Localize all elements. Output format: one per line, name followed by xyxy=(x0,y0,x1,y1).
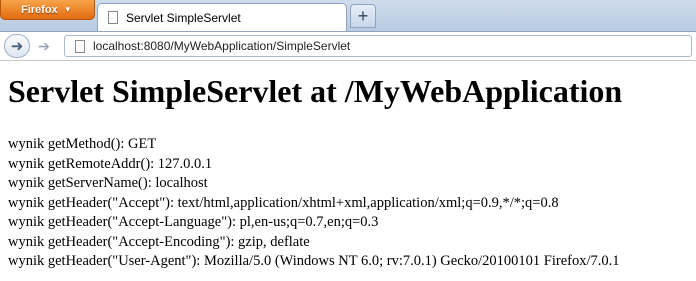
forward-arrow-icon: ➔ xyxy=(38,37,50,54)
servlet-output: wynik getMethod(): GET wynik getRemoteAd… xyxy=(8,135,620,272)
output-line: wynik getHeader("Accept-Encoding"): gzip… xyxy=(8,233,310,250)
output-line: wynik getRemoteAddr(): 127.0.0.1 xyxy=(8,155,213,172)
new-tab-button[interactable]: + xyxy=(350,4,376,28)
output-line: wynik getHeader("Accept-Language"): pl,e… xyxy=(8,214,379,230)
output-line: wynik getServerName(): localhost xyxy=(8,175,208,191)
site-identity-icon xyxy=(75,39,85,53)
output-line: wynik getHeader("Accept"): text/html,app… xyxy=(8,194,559,211)
firefox-menu-button[interactable]: Firefox ▼ xyxy=(0,0,95,20)
tab-title: Servlet SimpleServlet xyxy=(126,10,241,25)
plus-icon: + xyxy=(357,5,369,26)
address-text: localhost:8080/MyWebApplication/SimpleSe… xyxy=(93,39,351,53)
tab-servlet[interactable]: Servlet SimpleServlet xyxy=(97,3,347,31)
back-arrow-icon: ➜ xyxy=(10,38,24,55)
back-button[interactable]: ➜ xyxy=(4,34,30,58)
output-line: wynik getMethod(): GET xyxy=(8,136,157,152)
forward-button[interactable]: ➔ xyxy=(33,38,55,54)
firefox-menu-label: Firefox xyxy=(21,3,58,16)
page-content: Servlet SimpleServlet at /MyWebApplicati… xyxy=(0,61,696,281)
page-heading: Servlet SimpleServlet at /MyWebApplicati… xyxy=(8,73,623,109)
chevron-down-icon: ▼ xyxy=(63,5,72,14)
address-bar[interactable]: localhost:8080/MyWebApplication/SimpleSe… xyxy=(64,35,692,57)
page-icon xyxy=(108,11,118,24)
tab-strip: Firefox ▼ Servlet SimpleServlet + xyxy=(0,0,696,32)
navigation-bar: ➜ ➔ localhost:8080/MyWebApplication/Simp… xyxy=(0,32,696,61)
output-line: wynik getHeader("User-Agent"): Mozilla/5… xyxy=(8,253,620,269)
